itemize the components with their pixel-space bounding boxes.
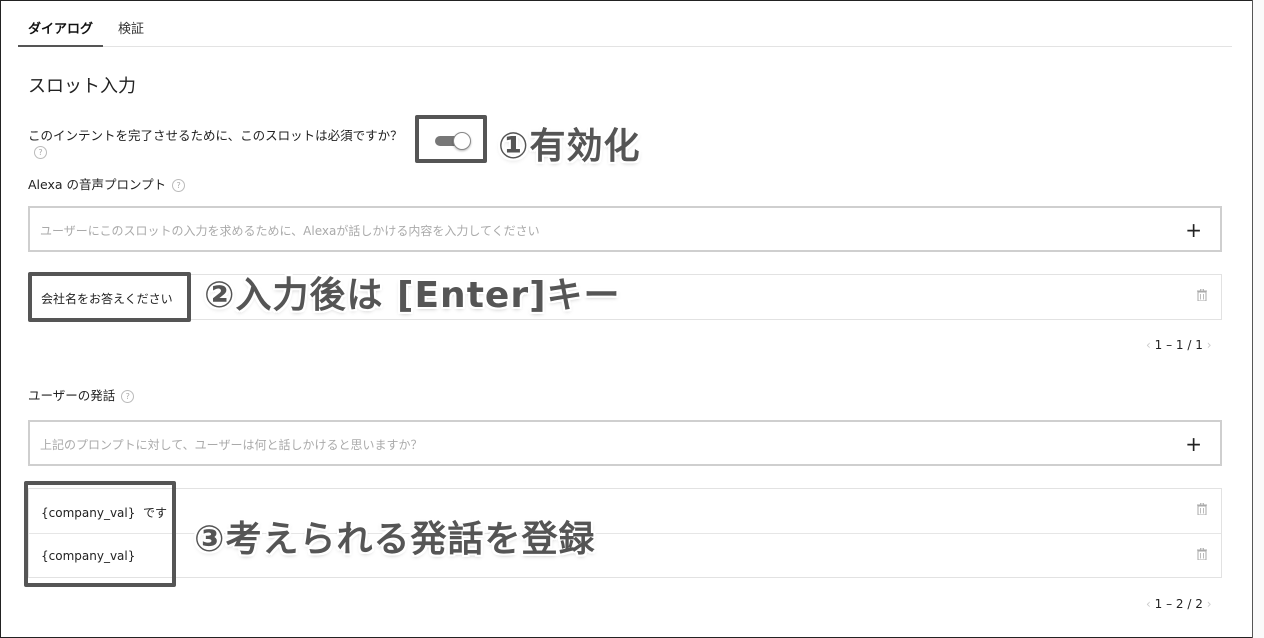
voice-prompt-input[interactable]: ユーザーにこのスロットの入力を求めるために、Alexaが話しかける内容を入力して…: [28, 206, 1222, 252]
chevron-right-icon[interactable]: ›: [1207, 338, 1212, 352]
utterance-placeholder: 上記のプロンプトに対して、ユーザーは何と話しかけると思いますか？: [40, 438, 423, 452]
utterances-label-text: ユーザーの発話: [28, 388, 116, 403]
chevron-right-icon[interactable]: ›: [1207, 597, 1212, 611]
tab-bar: ダイアログ 検証: [17, 14, 1232, 47]
trash-icon[interactable]: [1197, 548, 1207, 560]
tab-dialog[interactable]: ダイアログ: [17, 18, 104, 47]
voice-prompt-placeholder: ユーザーにこのスロットの入力を求めるために、Alexaが話しかける内容を入力して…: [40, 224, 540, 238]
trash-icon[interactable]: [1197, 503, 1207, 515]
utterance-input[interactable]: 上記のプロンプトに対して、ユーザーは何と話しかけると思いますか？ +: [28, 420, 1222, 466]
pager-text: 1 – 2 / 2: [1154, 597, 1203, 611]
trash-icon[interactable]: [1197, 289, 1207, 301]
annotation-register: ③考えられる発話を登録: [194, 519, 596, 560]
help-icon[interactable]: ?: [172, 179, 186, 192]
required-slot-text: このインテントを完了させるために、このスロットは必須ですか？: [28, 128, 403, 143]
prompt-pager: ‹ 1 – 1 / 1 ›: [1146, 338, 1212, 352]
required-slot-label: このインテントを完了させるために、このスロットは必須ですか？?: [28, 128, 408, 160]
help-icon[interactable]: ?: [34, 146, 47, 159]
required-toggle-highlight: [415, 115, 487, 163]
section-title: スロット入力: [28, 76, 136, 97]
tab-validation[interactable]: 検証: [118, 18, 144, 37]
add-utterance-button[interactable]: +: [1185, 432, 1202, 456]
utterance-highlight: [24, 481, 176, 587]
chevron-left-icon[interactable]: ‹: [1146, 597, 1151, 611]
window-edge: [1252, 0, 1264, 638]
utterances-label: ユーザーの発話?: [28, 388, 135, 404]
utterance-pager: ‹ 1 – 2 / 2 ›: [1146, 597, 1212, 611]
add-prompt-button[interactable]: +: [1185, 218, 1202, 242]
help-icon[interactable]: ?: [121, 390, 135, 403]
toggle-knob[interactable]: [453, 132, 471, 150]
prompt-highlight: [28, 272, 191, 322]
annotation-enable: ①有効化: [498, 126, 641, 167]
annotation-enter: ②入力後は [Enter]キー: [204, 275, 621, 316]
pager-text: 1 – 1 / 1: [1154, 338, 1203, 352]
chevron-left-icon[interactable]: ‹: [1146, 338, 1151, 352]
voice-prompt-label: Alexa の音声プロンプト?: [28, 177, 186, 193]
voice-prompt-label-text: Alexa の音声プロンプト: [28, 177, 167, 192]
